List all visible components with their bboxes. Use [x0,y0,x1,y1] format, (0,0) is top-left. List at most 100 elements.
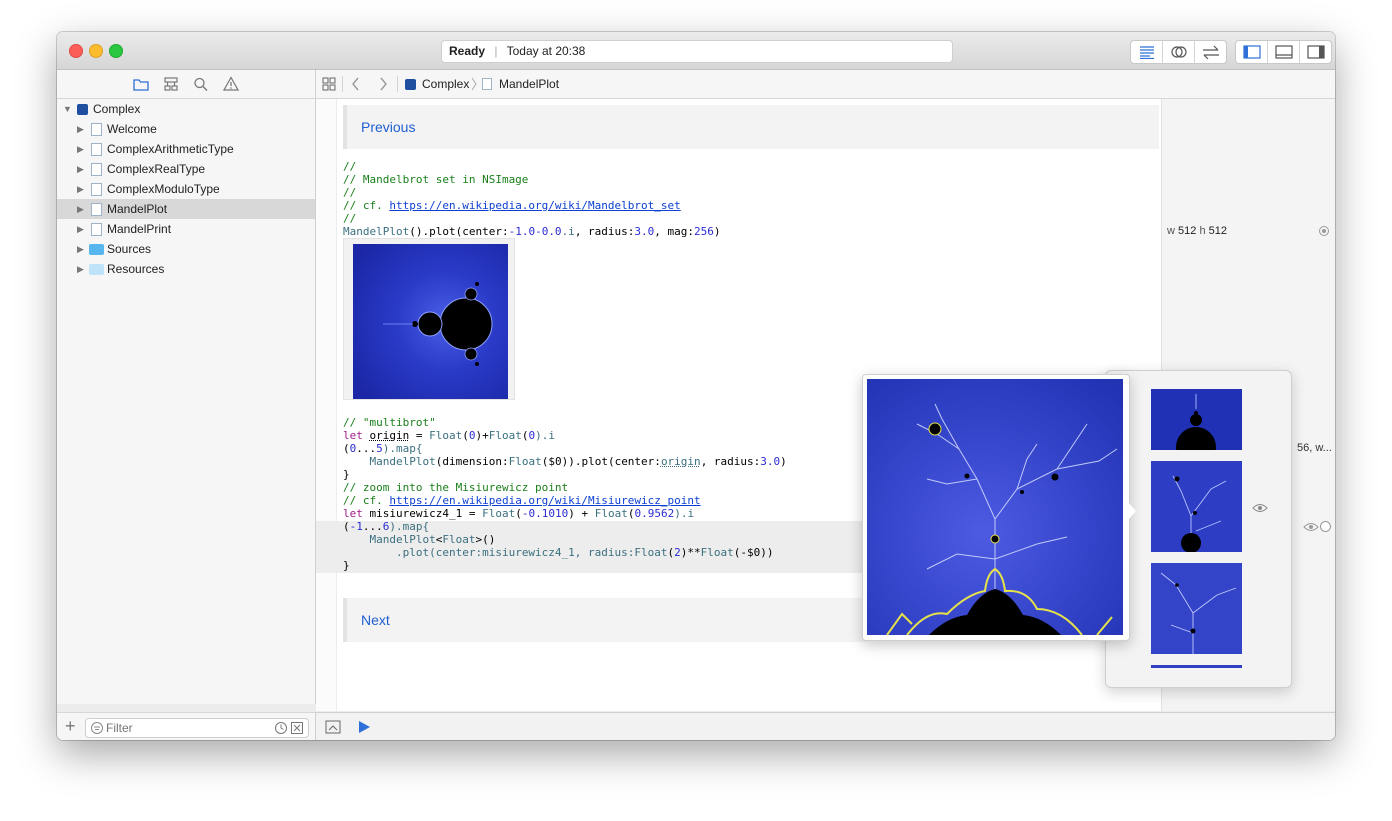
code-token: 256 [694,225,714,238]
related-items-icon[interactable] [322,77,336,91]
toggle-debug-area-button[interactable] [1268,41,1300,63]
toggle-utilities-button[interactable] [1300,41,1331,63]
status-ready: Ready [449,44,486,58]
toggle-navigator-button[interactable] [1236,41,1268,63]
forward-arrow-icon[interactable] [378,77,388,91]
hierarchy-icon[interactable] [163,77,179,91]
tree-item-complexarithmetictype[interactable]: ▶ ComplexArithmeticType [57,139,315,159]
fractal-preview-image[interactable] [867,379,1123,635]
code-block-1[interactable]: // // Mandelbrot set in NSImage // // cf… [343,160,721,238]
code-token: >() [475,533,496,546]
standard-editor-button[interactable] [1131,41,1163,63]
code-token: ( [343,520,350,533]
utilities-panel-icon [1306,45,1325,59]
warning-icon[interactable] [223,76,239,91]
jump-crumb-page-label: MandelPlot [499,77,560,91]
result-w-label: w [1167,225,1175,237]
code-comment: // [343,212,357,225]
disclosure-closed-icon[interactable]: ▶ [77,119,84,139]
folder-icon[interactable] [133,77,149,91]
filter-field[interactable] [85,718,309,738]
next-link[interactable]: Next [361,612,390,628]
source-control-filter-icon[interactable] [290,721,304,735]
code-token: 3.0 [634,225,655,238]
tree-item-mandelprint[interactable]: ▶ MandelPrint [57,219,315,239]
code-token: ... [356,442,377,455]
code-token: MandelPlot [343,225,410,238]
editor-gutter [316,99,337,711]
history-thumb-1[interactable] [1151,389,1242,450]
run-playground-icon[interactable] [357,720,371,734]
tree-item-label: Complex [93,102,141,116]
disclosure-closed-icon[interactable]: ▶ [77,219,84,239]
tree-item-label: MandelPrint [107,222,172,236]
disclosure-closed-icon[interactable]: ▶ [77,199,84,219]
navigator-filter-bar: + [57,712,316,740]
code-token: , radius: [574,225,635,238]
search-icon[interactable] [193,77,209,91]
mandelbrot-image [353,244,508,399]
show-debug-area-icon[interactable] [325,720,341,734]
history-thumb-2[interactable] [1151,461,1242,552]
disclosure-open-icon[interactable]: ▼ [63,99,72,119]
add-icon[interactable]: + [65,716,76,737]
history-thumb-3[interactable] [1151,563,1242,654]
close-window-button[interactable] [69,44,83,58]
code-token: )** [680,546,701,559]
assistant-editor-button[interactable] [1163,41,1195,63]
version-editor-button[interactable] [1195,41,1226,63]
code-comment: // cf. [343,494,390,507]
code-token: .i [561,225,575,238]
minimize-window-button[interactable] [89,44,103,58]
code-token: 2 [674,546,681,559]
xcode-window: Ready | Today at 20:38 Complex MandelPlo… [57,32,1335,740]
inline-result-image[interactable] [343,238,515,400]
editor-mode-group [1130,40,1227,64]
quick-look-eye-icon[interactable] [1303,522,1319,532]
code-comment: // [343,160,357,173]
code-token: origin [660,455,701,468]
tree-item-label: ComplexRealType [107,162,206,176]
quick-look-eye-icon[interactable] [1252,503,1268,513]
result-toggle-button-2[interactable] [1320,521,1331,532]
zoom-window-button[interactable] [109,44,123,58]
tree-item-welcome[interactable]: ▶ Welcome [57,119,315,139]
tree-item-resources[interactable]: ▶ Resources [57,259,315,279]
jump-crumb-project[interactable]: Complex [405,77,469,91]
code-block-2[interactable]: // "multibrot" let origin = Float(0)+Flo… [343,416,787,572]
code-token: ( [515,507,522,520]
code-token: ... [362,520,383,533]
code-token: ).map{ [389,520,430,533]
code-token: (-$0)) [733,546,774,559]
code-token: Float [482,507,516,520]
jump-crumb-page[interactable]: MandelPlot [482,77,559,91]
result-toggle-dot [1322,229,1326,233]
disclosure-closed-icon[interactable]: ▶ [77,159,84,179]
filter-input[interactable] [106,720,256,735]
back-arrow-icon[interactable] [351,77,361,91]
fractal-thumbnail [1151,461,1242,552]
code-token: ( [521,429,529,442]
previous-link[interactable]: Previous [361,119,415,135]
code-token: misiurewicz4_1 [369,507,463,520]
tree-item-mandelplot[interactable]: ▶ MandelPlot [57,199,315,219]
tree-item-label: Welcome [107,122,157,136]
disclosure-closed-icon[interactable]: ▶ [77,139,84,159]
code-comment: // "multibrot" [343,416,436,429]
code-token: -1.0-0.0 [508,225,562,238]
disclosure-closed-icon[interactable]: ▶ [77,179,84,199]
tree-item-label: Sources [107,242,152,256]
tree-item-complex[interactable]: ▼ Complex [57,99,315,119]
tree-item-complexmodulotype[interactable]: ▶ ComplexModuloType [57,179,315,199]
result-toggle-button[interactable] [1319,226,1329,236]
tree-item-complexrealtype[interactable]: ▶ ComplexRealType [57,159,315,179]
tree-item-sources[interactable]: ▶ Sources [57,239,315,259]
mandelbrot-wiki-link[interactable]: https://en.wikipedia.org/wiki/Mandelbrot… [389,199,680,212]
disclosure-closed-icon[interactable]: ▶ [77,239,84,259]
misiurewicz-wiki-link[interactable]: https://en.wikipedia.org/wiki/Misiurewic… [389,494,700,507]
code-token: = [462,507,483,520]
navigator-panel-icon [1242,45,1261,59]
recent-files-icon[interactable] [274,721,288,735]
disclosure-closed-icon[interactable]: ▶ [77,259,84,279]
project-navigator: ▼ Complex ▶ Welcome ▶ ComplexArithmeticT… [57,99,316,704]
